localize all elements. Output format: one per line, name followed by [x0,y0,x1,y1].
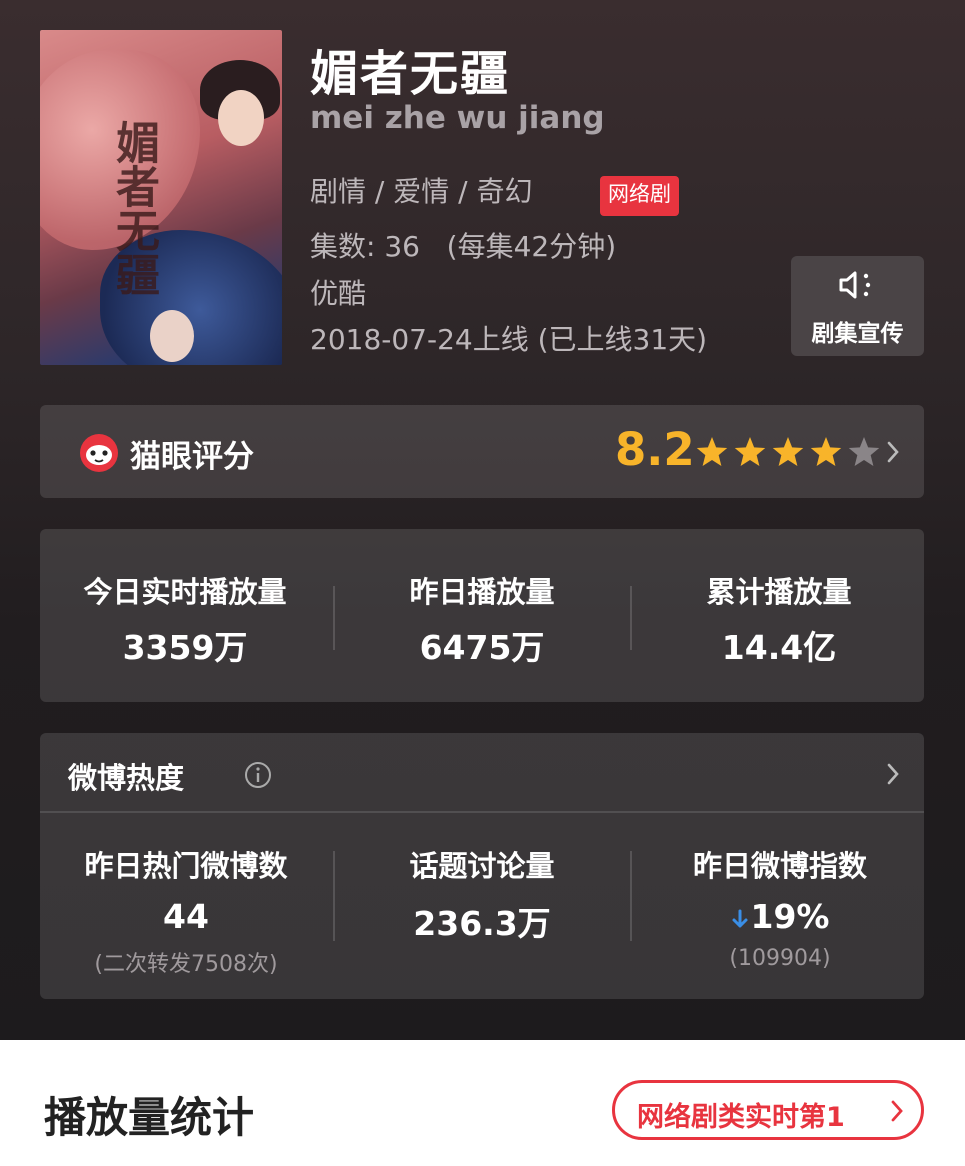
stat-value: 3359万 [122,628,248,667]
chevron-right-icon[interactable] [886,762,900,786]
divider [630,586,632,650]
stat-label: 昨日微博指数 [692,849,867,883]
weibo-stat-hot-posts: 昨日热门微博数 44 (二次转发7508次) [36,843,336,978]
weibo-stat-index: 昨日微博指数 19% (109904) [630,843,930,971]
genres: 剧情 / 爱情 / 奇幻 [310,175,533,208]
show-header: 媚者无疆 媚者无疆 mei zhe wu jiang 剧情 / 爱情 / 奇幻 … [0,0,965,1040]
promo-button[interactable]: 剧集宣传 [791,256,924,356]
stat-label: 话题讨论量 [409,849,555,883]
divider [40,811,924,813]
star-filled-icon [734,437,766,466]
stat-today-plays: 今日实时播放量 3359万 [45,569,325,669]
arrow-down-icon [732,909,747,927]
poster-calligraphy: 媚者无疆 [108,120,159,296]
stat-value: 44 [163,897,209,936]
stat-value: 19% [630,897,930,936]
rating-score: 8.2 [615,423,695,476]
rating-label: 猫眼评分 [130,439,254,475]
speaker-icon [839,271,871,299]
star-filled-icon [810,437,842,466]
star-rating [696,437,880,466]
trend-value: 19% [750,897,830,936]
stat-label: 累计播放量 [706,575,852,609]
stat-label: 昨日播放量 [409,575,555,609]
show-title: 媚者无疆 [310,46,511,102]
rank-pill-button[interactable]: 网络剧类实时第1 [612,1080,924,1140]
maoyan-cat-icon [80,434,118,472]
poster-image[interactable]: 媚者无疆 [40,30,282,365]
poster-figure [150,310,194,362]
weibo-title[interactable]: 微博热度 [68,755,184,797]
star-filled-icon [696,437,728,466]
promo-button-label: 剧集宣传 [811,321,904,347]
weibo-stat-topic-discussion: 话题讨论量 236.3万 [332,843,632,945]
stat-yesterday-plays: 昨日播放量 6475万 [342,569,622,669]
stat-subtext: (109904) [729,946,831,971]
section-title: 播放量统计 [44,1093,255,1142]
star-empty-icon [848,437,880,466]
star-filled-icon [772,437,804,466]
poster-figure [218,90,264,146]
release-date: 2018-07-24上线 (已上线31天) [310,323,708,356]
episode-count: 集数: 36 (每集42分钟) [310,230,617,263]
show-pinyin: mei zhe wu jiang [310,100,605,136]
info-icon[interactable] [244,761,272,789]
stat-label: 昨日热门微博数 [84,849,288,883]
divider [333,586,335,650]
maoyan-rating-card[interactable]: 猫眼评分 8.2 [40,405,924,498]
stat-value: 6475万 [419,628,545,667]
rank-pill-label: 网络剧类实时第1 [637,1102,845,1133]
stat-value: 236.3万 [413,904,551,943]
stat-total-plays: 累计播放量 14.4亿 [639,569,919,669]
stat-label: 今日实时播放量 [83,575,287,609]
platform: 优酷 [310,277,367,310]
weibo-heat-card: 微博热度 昨日热门微博数 44 (二次转发7508次) 话题讨论量 236.3万… [40,733,924,999]
play-stats-card: 今日实时播放量 3359万 昨日播放量 6475万 累计播放量 14.4亿 [40,529,924,702]
chevron-right-icon [887,441,899,463]
chevron-right-icon [891,1100,903,1122]
stat-value: 14.4亿 [721,628,837,667]
stat-subtext: (二次转发7508次) [94,952,278,977]
type-badge: 网络剧 [600,176,679,216]
